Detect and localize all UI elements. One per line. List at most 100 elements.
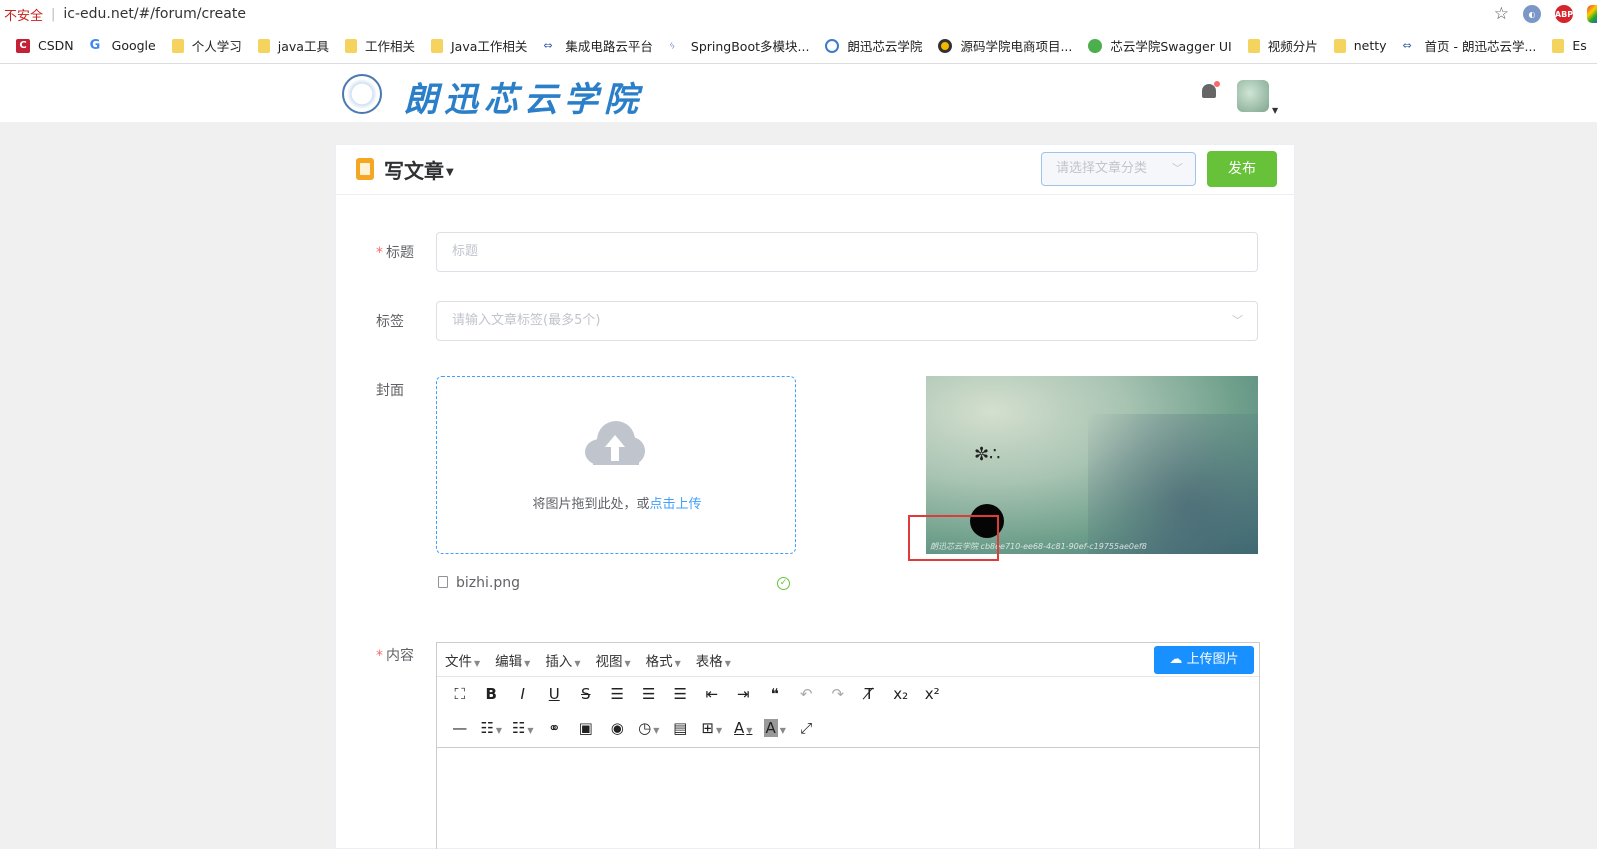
url-text[interactable]: ic-edu.net/#/forum/create <box>63 6 246 22</box>
write-article-icon <box>356 158 374 180</box>
preview-eye-icon[interactable]: ◉ <box>602 719 634 737</box>
site-header: 朗迅芯云学院 ▼ <box>0 64 1597 122</box>
bookmark-site[interactable]: 朗迅芯云学院 <box>825 36 922 55</box>
media-icon[interactable]: ▤ <box>665 719 697 737</box>
bookmark-folder[interactable]: netty <box>1333 38 1387 53</box>
outdent-icon[interactable]: ⇤ <box>696 685 728 703</box>
bookmark-folder[interactable]: 视频分片 <box>1247 36 1318 55</box>
card-header: 写文章 ▼ 请选择文章分类 ﹀ 发布 <box>336 145 1294 195</box>
superscript-icon[interactable]: x² <box>917 685 949 703</box>
required-mark: * <box>376 245 383 261</box>
notification-dot <box>1214 81 1220 87</box>
logo-emblem[interactable] <box>342 74 382 114</box>
insecure-label[interactable]: 不安全 <box>4 5 43 24</box>
clear-format-icon[interactable]: T̸ <box>854 685 886 703</box>
folder-icon <box>1333 38 1346 53</box>
link-icon[interactable]: ⚭ <box>539 719 571 737</box>
cloud-upload-icon: ☁ <box>1169 652 1187 667</box>
tags-label: 标签 <box>376 314 404 330</box>
link-icon: ⇔ <box>1402 38 1412 52</box>
redo-icon[interactable]: ↷ <box>822 685 854 703</box>
caret-icon: ▼ <box>674 658 681 668</box>
folder-icon <box>344 38 357 53</box>
adblock-icon[interactable]: ABP <box>1555 5 1573 23</box>
site-logo-text[interactable]: 朗迅芯云学院 <box>404 72 644 121</box>
upload-image-button[interactable]: ☁ 上传图片 <box>1154 646 1254 674</box>
editor-toolbar-row-1: ⛶ B I U S ☰ ☰ ☰ ⇤ ⇥ ❝ ↶ ↷ T̸ x₂ x² <box>437 677 1259 711</box>
indent-icon[interactable]: ⇥ <box>728 685 760 703</box>
publish-button[interactable]: 发布 <box>1207 151 1277 187</box>
bookmark-link[interactable]: ⇔ 集成电路云平台 <box>543 36 653 55</box>
strikethrough-icon[interactable]: S <box>570 685 602 703</box>
caret-icon: ▼ <box>474 658 481 668</box>
browser-extensions: ☆ ◐ ABP <box>1494 4 1597 24</box>
menu-table[interactable]: 表格 ▼ <box>696 650 731 670</box>
extension-icon[interactable]: ◐ <box>1523 5 1541 23</box>
align-right-icon[interactable]: ☰ <box>665 685 697 703</box>
caret-icon: ▼ <box>724 658 731 668</box>
page-title[interactable]: 写文章 ▼ <box>384 155 454 184</box>
notification-bell-icon[interactable] <box>1200 81 1220 102</box>
align-center-icon[interactable]: ☰ <box>633 685 665 703</box>
bookmark-folder[interactable]: 工作相关 <box>344 36 415 55</box>
click-upload-link[interactable]: 点击上传 <box>650 497 702 512</box>
bookmark-folder[interactable]: Es <box>1552 38 1587 53</box>
chevron-down-icon: ﹀ <box>1172 162 1183 175</box>
undo-icon[interactable]: ↶ <box>791 685 823 703</box>
bullet-list-icon[interactable]: ☷ ▼ <box>476 719 508 737</box>
fullscreen-icon[interactable]: ⤢ <box>791 719 823 737</box>
numbered-list-icon[interactable]: ☷ ▼ <box>507 719 539 737</box>
menu-view[interactable]: 视图 ▼ <box>595 650 630 670</box>
caret-icon: ▼ <box>779 726 786 735</box>
cover-upload-dropzone[interactable]: 将图片拖到此处，或点击上传 <box>436 376 796 554</box>
horizontal-rule-icon[interactable]: — <box>444 719 476 737</box>
table-icon[interactable]: ⊞ ▼ <box>696 719 728 737</box>
editor-content-area[interactable] <box>437 747 1259 849</box>
csdn-icon: C <box>16 38 30 53</box>
subscript-icon[interactable]: x₂ <box>885 685 917 703</box>
align-left-icon[interactable]: ☰ <box>602 685 634 703</box>
blockquote-icon[interactable]: ❝ <box>759 685 791 703</box>
background-color-icon[interactable]: A ▼ <box>759 719 791 737</box>
bookmark-star-icon[interactable]: ☆ <box>1494 4 1509 24</box>
underline-icon[interactable]: U <box>539 685 571 703</box>
menu-format[interactable]: 格式 ▼ <box>646 650 681 670</box>
link-icon: ⇔ <box>543 38 553 52</box>
italic-icon[interactable]: I <box>507 685 539 703</box>
bookmark-swagger[interactable]: 芯云学院Swagger UI <box>1088 36 1232 55</box>
browser-address-bar[interactable]: 不安全 | ic-edu.net/#/forum/create ☆ ◐ ABP <box>0 0 1597 28</box>
tags-select[interactable]: 请输入文章标签(最多5个) ﹀ <box>436 301 1258 341</box>
avatar-caret-icon[interactable]: ▼ <box>1272 106 1278 115</box>
datetime-icon[interactable]: ◷ ▼ <box>633 719 665 737</box>
editor-menubar: 文件 ▼ 编辑 ▼ 插入 ▼ 视图 ▼ 格式 ▼ 表格 ▼ ☁ 上传图片 <box>437 643 1259 677</box>
menu-file[interactable]: 文件 ▼ <box>445 650 480 670</box>
menu-edit[interactable]: 编辑 ▼ <box>495 650 530 670</box>
bookmark-folder[interactable]: Java工作相关 <box>430 36 527 55</box>
swagger-icon <box>1088 38 1103 53</box>
uploaded-file-item[interactable]: bizhi.png ✓ <box>438 575 790 595</box>
profile-icon[interactable] <box>1587 5 1597 23</box>
caret-icon: ▼ <box>524 658 531 668</box>
menu-insert[interactable]: 插入 ▼ <box>545 650 580 670</box>
bookmark-folder[interactable]: java工具 <box>257 36 329 55</box>
bookmark-folder[interactable]: 个人学习 <box>171 36 242 55</box>
bookmark-csdn[interactable]: C CSDN <box>16 38 74 53</box>
bookmark-link[interactable]: ⇔ 首页 - 朗迅芯云学... <box>1403 36 1537 55</box>
title-label: * 标题 <box>376 245 414 261</box>
upload-cloud-icon <box>585 421 645 467</box>
bookmark-link[interactable]: ᛃ SpringBoot多模块... <box>669 36 810 55</box>
folder-icon <box>1247 38 1260 53</box>
bookmark-google[interactable]: G Google <box>90 38 156 53</box>
address-divider: | <box>51 6 56 22</box>
title-input[interactable]: 标题 <box>436 232 1258 272</box>
text-color-icon[interactable]: A ▼ <box>728 719 760 737</box>
chevron-down-icon: ﹀ <box>1232 314 1243 327</box>
user-avatar[interactable] <box>1237 80 1269 112</box>
bold-icon[interactable]: B <box>476 685 508 703</box>
category-select[interactable]: 请选择文章分类 ﹀ <box>1041 152 1196 186</box>
bookmark-site[interactable]: 源码学院电商项目... <box>938 36 1072 55</box>
google-icon: G <box>89 37 101 53</box>
image-icon[interactable]: ▣ <box>570 719 602 737</box>
find-replace-icon[interactable]: ⛶ <box>444 685 476 703</box>
required-mark: * <box>376 648 383 664</box>
